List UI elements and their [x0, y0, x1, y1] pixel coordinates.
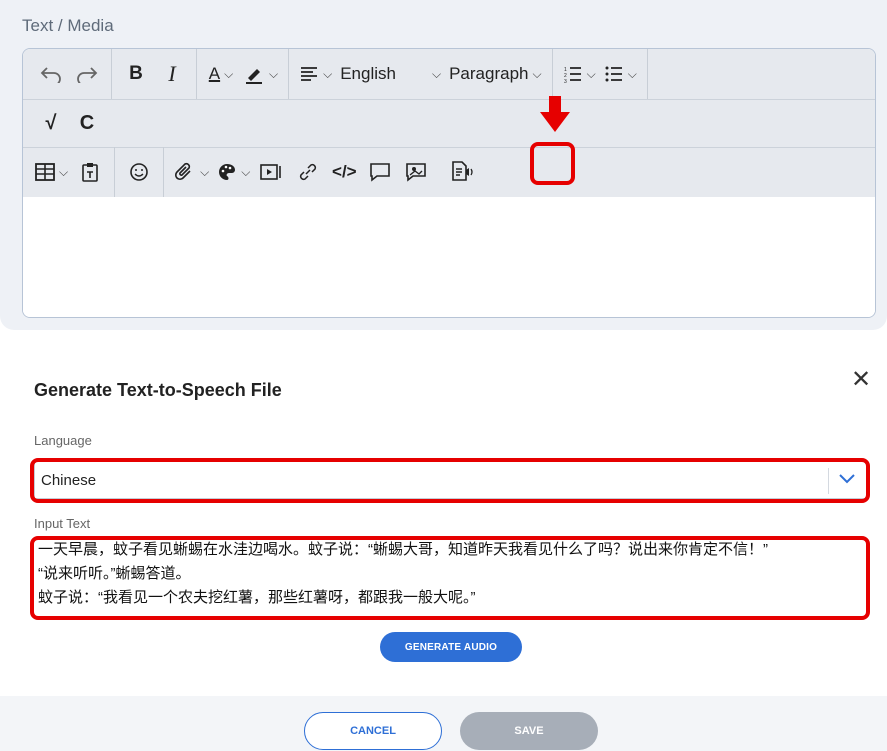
toolbar-divider: [551, 49, 553, 99]
video-icon[interactable]: [254, 154, 290, 190]
tts-icon-highlight: [530, 142, 575, 185]
highlight-color-icon[interactable]: ⌵: [239, 56, 282, 92]
field-label: Text / Media: [22, 16, 114, 35]
toolbar-row-3: ⌵ ⌵ ⌵ </>: [23, 147, 875, 197]
code-icon[interactable]: </>: [326, 154, 362, 190]
toolbar-divider: [288, 49, 290, 99]
redo-icon[interactable]: [69, 56, 105, 92]
text-to-speech-icon[interactable]: [444, 154, 480, 190]
save-button[interactable]: SAVE: [460, 712, 598, 750]
paragraph-dropdown[interactable]: Paragraph ⌵: [445, 56, 546, 92]
paste-icon[interactable]: [72, 154, 108, 190]
toolbar-row-1: B I A ⌵ ⌵ ⌵ English ⌵ Paragraph ⌵ 1 2 3 …: [23, 49, 875, 100]
italic-icon[interactable]: I: [154, 56, 190, 92]
toolbar-divider: [114, 147, 116, 197]
editor-panel: Text / Media B I A ⌵ ⌵ ⌵ English ⌵ Parag…: [0, 0, 887, 330]
toolbar-divider: [111, 49, 112, 99]
numbered-list-icon[interactable]: 1 2 3 ⌵: [559, 56, 600, 92]
math-sqrt-icon[interactable]: √: [33, 105, 69, 141]
input-text-highlight: [30, 536, 870, 620]
toolbar-divider: [646, 49, 648, 99]
toolbar-divider: [163, 147, 165, 197]
toolbar-divider: [196, 49, 197, 99]
paragraph-dropdown-label: Paragraph: [449, 64, 529, 83]
generate-audio-button[interactable]: GENERATE AUDIO: [380, 632, 522, 662]
comment-icon[interactable]: [362, 154, 398, 190]
language-highlight: [30, 458, 870, 503]
image-comment-icon[interactable]: [398, 154, 434, 190]
input-text-label: Input Text: [34, 516, 91, 531]
red-arrow-annotation: [540, 96, 570, 132]
language-dropdown-label: English: [340, 64, 396, 83]
language-dropdown[interactable]: English ⌵: [336, 56, 445, 92]
align-icon[interactable]: ⌵: [295, 56, 336, 92]
toolbar-row-2: √ C: [23, 99, 875, 148]
bullet-list-icon[interactable]: ⌵: [600, 56, 641, 92]
dialog-footer: [0, 696, 887, 751]
close-icon[interactable]: ✕: [851, 365, 871, 394]
palette-icon[interactable]: ⌵: [213, 154, 254, 190]
language-label: Language: [34, 433, 92, 448]
undo-icon[interactable]: [33, 56, 69, 92]
cancel-button[interactable]: CANCEL: [304, 712, 442, 750]
emoji-icon[interactable]: [121, 154, 157, 190]
rich-text-editor: B I A ⌵ ⌵ ⌵ English ⌵ Paragraph ⌵ 1 2 3 …: [22, 48, 876, 318]
attachment-icon[interactable]: ⌵: [170, 154, 213, 190]
link-icon[interactable]: [290, 154, 326, 190]
editor-content-area[interactable]: [23, 197, 875, 317]
editor-toolbar: B I A ⌵ ⌵ ⌵ English ⌵ Paragraph ⌵ 1 2 3 …: [23, 49, 875, 197]
bold-icon[interactable]: B: [118, 56, 154, 92]
table-icon[interactable]: ⌵: [31, 154, 72, 190]
font-color-icon[interactable]: A ⌵: [203, 56, 239, 92]
dialog-title: Generate Text-to-Speech File: [34, 380, 282, 400]
svg-text:3: 3: [564, 79, 567, 83]
chemistry-icon[interactable]: C: [69, 105, 105, 141]
